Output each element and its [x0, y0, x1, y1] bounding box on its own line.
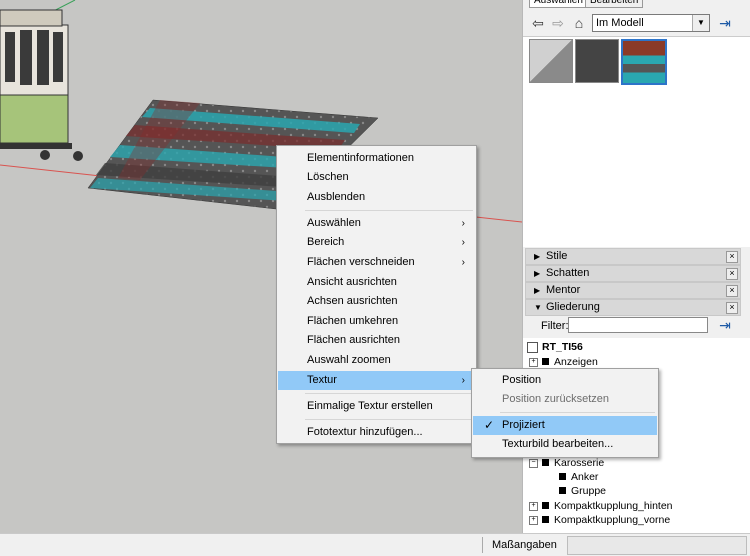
forward-arrow-icon[interactable]: ⇨	[550, 14, 566, 32]
chevron-right-icon: ›	[461, 257, 465, 268]
outliner-item-gruppe[interactable]: Gruppe	[559, 485, 606, 497]
menu-item-select[interactable]: Auswählen ›	[278, 214, 475, 233]
chevron-right-icon: ›	[461, 375, 465, 386]
tram-model[interactable]	[0, 9, 83, 161]
component-icon	[542, 358, 549, 365]
measurements-label: Maßangaben	[492, 539, 557, 551]
outliner-item-anzeigen[interactable]: + Anzeigen	[529, 356, 598, 368]
menu-item-texture[interactable]: Textur ›	[278, 371, 475, 390]
menu-item-make-unique-texture[interactable]: Einmalige Textur erstellen	[278, 397, 475, 416]
outliner-details-icon[interactable]: ⇥	[717, 316, 733, 334]
close-icon[interactable]: ×	[726, 268, 738, 280]
chevron-right-icon: ›	[461, 218, 465, 229]
outliner-item-kupplung-hinten[interactable]: + Kompaktkupplung_hinten	[529, 500, 673, 512]
tab-edit[interactable]: Bearbeiten	[585, 0, 644, 8]
collapse-icon[interactable]: −	[529, 458, 538, 468]
tray-outliner[interactable]: ▼ Gliederung ×	[525, 299, 741, 316]
menu-item-align-axes[interactable]: Achsen ausrichten	[278, 292, 475, 311]
outliner-item-kupplung-vorne[interactable]: + Kompaktkupplung_vorne	[529, 514, 670, 526]
material-thumb-dark[interactable]	[575, 39, 619, 83]
close-icon[interactable]: ×	[726, 251, 738, 263]
details-icon[interactable]: ⇥	[717, 14, 733, 32]
menu-item-delete[interactable]: Löschen	[278, 168, 475, 187]
menu-item-add-photo-texture[interactable]: Fototextur hinzufügen...	[278, 423, 475, 442]
materials-toolbar: ⇦ ⇨ ⌂ Im Modell ▼ ⇥	[523, 10, 750, 36]
tray-shadows[interactable]: ▶ Schatten ×	[525, 265, 741, 282]
measurements-input[interactable]	[567, 536, 747, 555]
tray-toggle-icon: ▶	[534, 269, 541, 278]
menu-item-intersect-faces[interactable]: Flächen verschneiden ›	[278, 253, 475, 272]
checkmark-icon: ✓	[484, 418, 495, 432]
menu-separator	[305, 210, 473, 211]
menu-separator	[305, 393, 473, 394]
component-icon	[559, 473, 566, 480]
component-icon	[542, 459, 549, 466]
status-bar: Maßangaben	[0, 533, 750, 556]
menu-item-reverse-faces[interactable]: Flächen umkehren	[278, 312, 475, 331]
material-thumb-texture[interactable]	[621, 39, 667, 85]
collection-select[interactable]: Im Modell ▼	[592, 14, 710, 32]
close-icon[interactable]: ×	[726, 285, 738, 297]
home-icon[interactable]: ⌂	[571, 14, 587, 32]
tray-styles[interactable]: ▶ Stile ×	[525, 248, 741, 265]
tray-toggle-icon: ▶	[534, 252, 541, 261]
component-icon	[542, 516, 549, 523]
tray-toggle-icon: ▶	[534, 286, 541, 295]
menu-separator	[500, 412, 655, 413]
texture-submenu: Position Position zurücksetzen ✓ Projizie…	[471, 368, 659, 458]
filter-input[interactable]	[568, 317, 708, 333]
status-divider	[482, 537, 483, 553]
chevron-right-icon: ›	[461, 237, 465, 248]
tab-select[interactable]: Auswählen	[529, 0, 588, 8]
submenu-item-reset-position: Position zurücksetzen	[502, 393, 609, 405]
menu-item-zoom-selection[interactable]: Auswahl zoomen	[278, 351, 475, 370]
tray-mentor[interactable]: ▶ Mentor ×	[525, 282, 741, 299]
menu-item-align-view[interactable]: Ansicht ausrichten	[278, 273, 475, 292]
outliner-root[interactable]: RT_TI56	[527, 341, 583, 353]
menu-item-area[interactable]: Bereich ›	[278, 233, 475, 252]
model-icon	[527, 341, 538, 353]
tray-expanded-icon: ▼	[534, 303, 542, 312]
submenu-item-edit-texture-image[interactable]: Texturbild bearbeiten...	[473, 435, 657, 454]
chevron-down-icon: ▼	[692, 15, 709, 31]
expand-icon[interactable]: +	[529, 501, 538, 511]
group-icon	[559, 487, 566, 494]
submenu-item-projected[interactable]: ✓ Projiziert	[473, 416, 657, 435]
material-thumb-default[interactable]	[529, 39, 573, 83]
context-menu: Elementinformationen Löschen Ausblenden …	[276, 145, 477, 444]
menu-separator	[305, 419, 473, 420]
submenu-item-position[interactable]: Position	[473, 371, 657, 390]
back-arrow-icon[interactable]: ⇦	[530, 14, 546, 32]
outliner-item-anker[interactable]: Anker	[559, 471, 598, 483]
material-thumbnails	[523, 36, 750, 247]
menu-item-hide[interactable]: Ausblenden	[278, 188, 475, 207]
expand-icon[interactable]: +	[529, 357, 538, 367]
menu-item-orient-faces[interactable]: Flächen ausrichten	[278, 331, 475, 350]
component-icon	[542, 502, 549, 509]
expand-icon[interactable]: +	[529, 515, 538, 525]
close-icon[interactable]: ×	[726, 302, 738, 314]
materials-tabs: Auswählen Bearbeiten	[523, 0, 750, 8]
menu-item-entity-info[interactable]: Elementinformationen	[278, 149, 475, 168]
outliner-item-karosserie[interactable]: − Karosserie	[529, 457, 604, 469]
filter-label: Filter:	[541, 320, 569, 332]
